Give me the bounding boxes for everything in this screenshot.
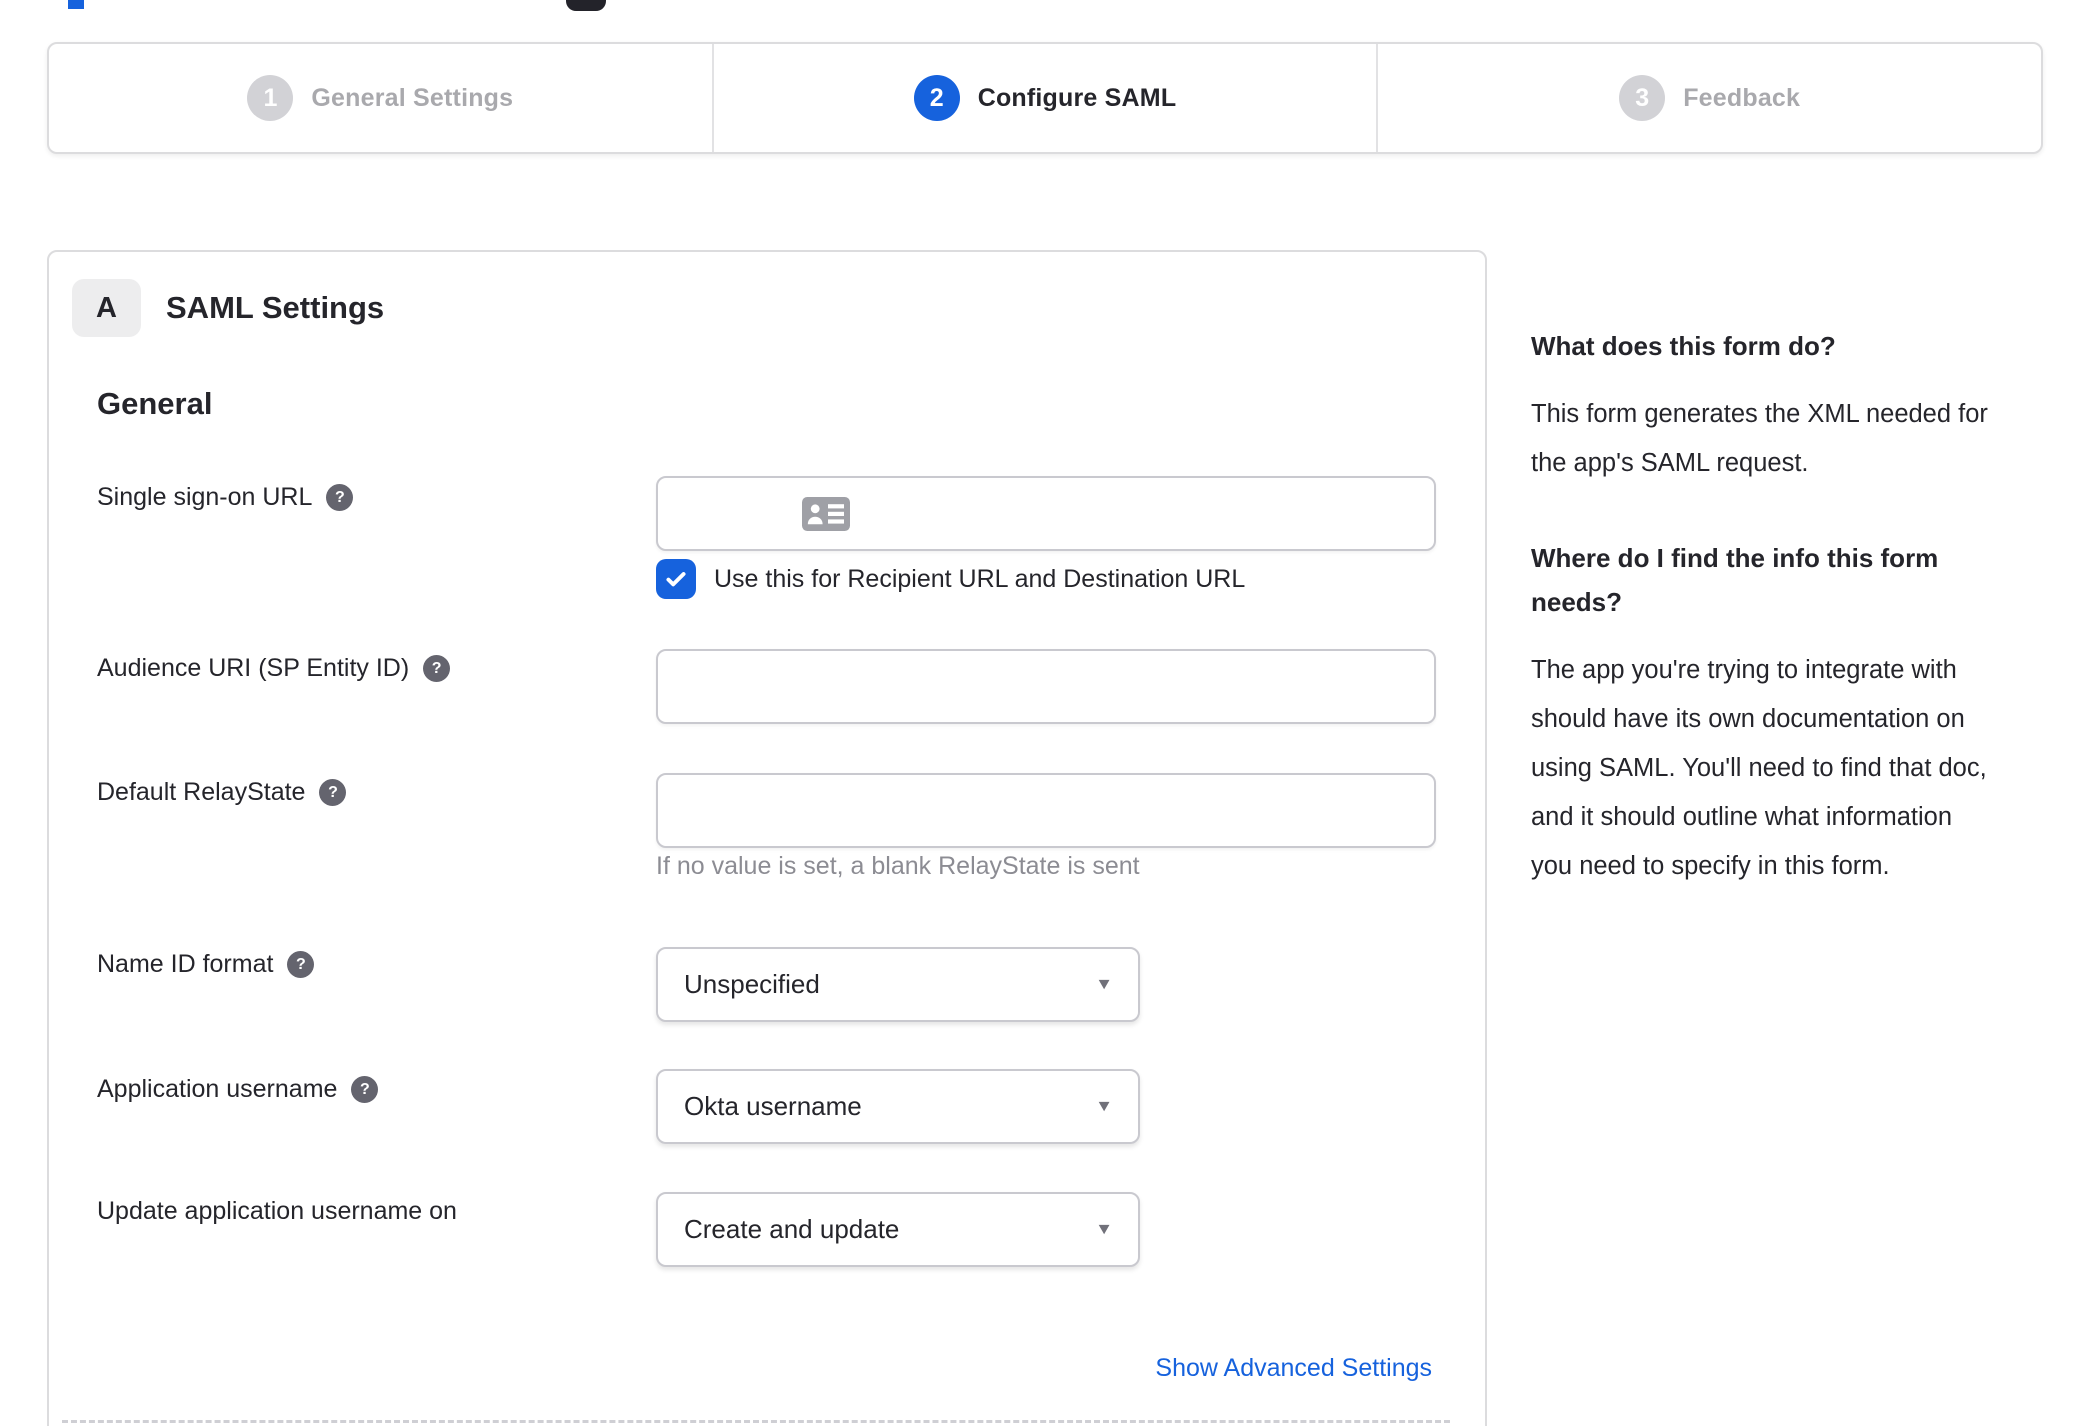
relaystate-input[interactable] [656, 773, 1436, 848]
sso-url-label: Single sign-on URL [97, 483, 313, 511]
card-title: SAML Settings [166, 290, 385, 325]
checkmark-icon [666, 572, 686, 587]
app-username-label-row: Application username ? [97, 1075, 379, 1104]
step-configure-saml[interactable]: 2 Configure SAML [711, 44, 1377, 152]
nameid-format-label: Name ID format [97, 950, 274, 978]
app-username-value: Okta username [684, 1091, 862, 1121]
question-mark-icon[interactable]: ? [326, 484, 354, 511]
use-for-recipient-checkbox[interactable] [656, 559, 696, 599]
dashed-separator [62, 1420, 1450, 1423]
saml-wizard-screen: 1 General Settings 2 Configure SAML 3 Fe… [0, 0, 2092, 1426]
question-mark-icon[interactable]: ? [351, 1076, 379, 1103]
step-2-number: 2 [913, 75, 960, 121]
cutoff-blue-fragment [68, 0, 84, 9]
step-3-number: 3 [1619, 75, 1666, 121]
step-1-number: 1 [247, 75, 294, 121]
app-username-label: Application username [97, 1075, 338, 1103]
use-for-recipient-label: Use this for Recipient URL and Destinati… [714, 564, 1246, 593]
sso-url-label-row: Single sign-on URL ? [97, 483, 354, 512]
section-a-badge: A [72, 279, 141, 337]
question-mark-icon[interactable]: ? [287, 951, 315, 978]
caret-down-icon: ▼ [1095, 975, 1114, 993]
audience-uri-label: Audience URI (SP Entity ID) [97, 654, 410, 682]
sidebar-body-what: This form generates the XML needed for t… [1531, 400, 1988, 477]
relaystate-helper-text: If no value is set, a blank RelayState i… [656, 852, 1140, 880]
caret-down-icon: ▼ [1095, 1097, 1114, 1115]
step-3-label: Feedback [1683, 83, 1801, 112]
step-feedback[interactable]: 3 Feedback [1376, 44, 2041, 152]
question-mark-icon[interactable]: ? [319, 779, 347, 806]
relaystate-label-row: Default RelayState ? [97, 778, 347, 807]
update-username-select[interactable]: Create and update ▼ [656, 1192, 1140, 1267]
app-username-select[interactable]: Okta username ▼ [656, 1069, 1140, 1144]
show-advanced-settings-link[interactable]: Show Advanced Settings [1155, 1354, 1432, 1383]
step-2-label: Configure SAML [977, 83, 1177, 112]
update-username-value: Create and update [684, 1214, 900, 1244]
step-1-label: General Settings [311, 83, 514, 112]
wizard-stepper: 1 General Settings 2 Configure SAML 3 Fe… [47, 42, 2043, 154]
relaystate-label: Default RelayState [97, 778, 306, 806]
saml-settings-card: A SAML Settings General Single sign-on U… [47, 250, 1487, 1426]
step-general-settings[interactable]: 1 General Settings [49, 44, 712, 152]
question-mark-icon[interactable]: ? [423, 655, 451, 682]
cutoff-dark-icon-fragment [566, 0, 606, 11]
general-section-heading: General [97, 386, 213, 421]
help-sidebar: What does this form do? This form genera… [1531, 324, 1999, 939]
update-username-label-row: Update application username on [97, 1197, 457, 1226]
sidebar-heading-what: What does this form do? [1531, 331, 1836, 361]
update-username-label: Update application username on [97, 1197, 457, 1225]
sidebar-body-where: The app you're trying to integrate with … [1531, 656, 1987, 880]
caret-down-icon: ▼ [1095, 1220, 1114, 1238]
sidebar-heading-where: Where do I find the info this form needs… [1531, 543, 1939, 617]
nameid-format-select[interactable]: Unspecified ▼ [656, 947, 1140, 1022]
nameid-format-label-row: Name ID format ? [97, 950, 315, 979]
nameid-format-value: Unspecified [684, 969, 820, 999]
audience-uri-input[interactable] [656, 649, 1436, 724]
sso-url-input[interactable] [656, 476, 1436, 551]
audience-uri-label-row: Audience URI (SP Entity ID) ? [97, 654, 451, 683]
